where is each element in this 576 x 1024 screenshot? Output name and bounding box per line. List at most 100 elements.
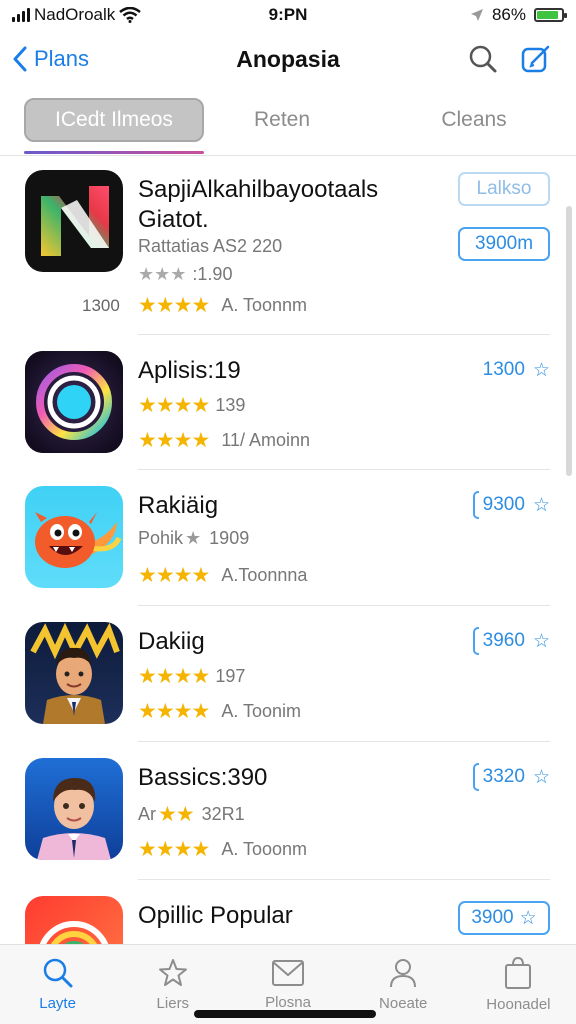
tab-reten[interactable]: Reten <box>212 98 352 142</box>
app-rating-row: ★★★★ A. Toonim <box>138 699 301 724</box>
app-title: Opillic Popular <box>138 902 293 929</box>
rating-stars-gray: ★ <box>185 528 202 548</box>
rings-logo-icon <box>39 921 109 946</box>
search-icon[interactable] <box>468 44 498 74</box>
rating-stars: ★★ <box>158 803 195 826</box>
app-meta-rating: Ar ★★ 32R1 <box>138 802 245 827</box>
tab-bar-label: Plosna <box>265 994 311 1011</box>
tab-bar-item-search[interactable]: Layte <box>0 945 115 1024</box>
star-outline-icon: ☆ <box>532 630 550 652</box>
price-label: 1300 <box>482 359 525 380</box>
tab-bar-label: Layte <box>39 995 76 1012</box>
list-item[interactable]: SapjiAlkahilbayootaals Giatot. Rattatias… <box>0 160 576 335</box>
home-indicator[interactable] <box>194 1010 376 1018</box>
status-left: NadOroalk <box>12 5 212 25</box>
app-icon-monster[interactable] <box>25 486 123 588</box>
star-outline-icon: ☆ <box>532 359 550 381</box>
meta-prefix: Pohik <box>138 528 184 548</box>
rating-stars: ★★★★ <box>138 394 210 417</box>
battery-percent: 86% <box>491 5 526 24</box>
app-secondary-button[interactable]: Lalkso <box>458 172 550 206</box>
back-button[interactable]: Plans <box>12 46 89 72</box>
app-icon-popular[interactable] <box>25 896 123 946</box>
battery-fill <box>537 11 558 19</box>
app-price-button[interactable]: 1300 ☆ <box>483 353 550 387</box>
rating-count: 32R1 <box>201 804 245 824</box>
app-price-button[interactable]: 3320 ☆ <box>472 760 550 794</box>
price-label: 3900 <box>471 907 514 928</box>
rating-stars: ★★★★ <box>138 700 210 723</box>
navigation-bar: Plans Anopasia <box>0 36 576 82</box>
app-title: Aplisis:19 <box>138 357 241 384</box>
person-icon <box>390 959 417 988</box>
status-bar: NadOroalk 9:PN 86% <box>0 0 576 30</box>
mail-icon <box>272 960 304 986</box>
rating-count: 139 <box>215 395 246 415</box>
app-price-button[interactable]: 9300 ☆ <box>472 488 550 522</box>
app-meta: Rattatias AS2 220 <box>138 236 283 256</box>
star-outline-icon: ☆ <box>519 907 537 929</box>
scrollbar[interactable] <box>566 206 572 476</box>
app-icon-ring[interactable] <box>25 351 123 453</box>
app-icon-boy[interactable] <box>25 758 123 860</box>
list-item[interactable]: Rakiäig Pohik ★ 1909 ★★★★ A.Toonnna 9300… <box>0 470 576 606</box>
signal-icon <box>12 8 30 22</box>
rating-stars: ★★★★ <box>138 665 210 688</box>
carrier-label: NadOroalk <box>34 5 116 24</box>
bag-icon <box>505 956 532 989</box>
price-label: 9300 <box>482 494 525 515</box>
tab-bar-item-hoonadel[interactable]: Hoonadel <box>461 945 576 1024</box>
chevron-left-icon <box>13 46 27 72</box>
bracket-decoration <box>472 627 479 655</box>
rating-count: 1909 <box>209 528 250 548</box>
developer-label: A. Toonnm <box>221 295 308 315</box>
list-item[interactable]: Dakiig ★★★★ 197 ★★★★ A. Toonim 3960 ☆ <box>0 606 576 742</box>
app-rating-row: ★★★★ A.Toonnna <box>138 563 307 588</box>
location-arrow-icon <box>470 9 483 21</box>
star-outline-icon: ☆ <box>532 494 550 516</box>
tab-indicator <box>24 151 204 154</box>
app-meta-rating: ★★★ :1.90 <box>138 264 232 285</box>
developer-label: A.Toonnna <box>221 565 308 585</box>
list-item[interactable]: Aplisis:19 ★★★★ 139 ★★★★ 11/ Amoinn 1300… <box>0 335 576 470</box>
monster-logo-icon <box>35 512 122 568</box>
app-icon-character[interactable] <box>25 622 123 724</box>
list-item[interactable]: Bassics:390 Ar ★★ 32R1 ★★★★ A. Tooonm 33… <box>0 742 576 880</box>
list-item[interactable]: Opillic Popular 3900 ☆ <box>0 880 576 946</box>
wifi-icon <box>119 7 142 23</box>
ring-logo-icon <box>25 351 123 453</box>
price-label: 3960 <box>482 630 525 651</box>
app-meta-rating: Pohik ★ 1909 <box>138 528 249 549</box>
rating-stars: ★★★★ <box>138 429 210 452</box>
tab-bar-label: Noeate <box>379 995 428 1012</box>
star-outline-icon: ☆ <box>532 766 550 788</box>
app-price-button[interactable]: 3900 ☆ <box>458 901 550 935</box>
status-right: 86% <box>364 5 567 25</box>
developer-label: A. Tooonm <box>221 839 308 859</box>
rating-stars: ★★★★ <box>138 294 210 317</box>
app-rating-row: ★★★★ 11/ Amoinn <box>138 428 310 453</box>
meta-prefix: Ar <box>138 804 156 824</box>
app-rating-row: ★★★★ A. Toonnm <box>138 293 307 318</box>
tab-cleans[interactable]: Cleans <box>394 98 554 142</box>
character-logo-icon <box>30 622 120 724</box>
back-label: Plans <box>34 46 90 71</box>
app-meta-rating: ★★★★ 197 <box>138 664 245 689</box>
compose-icon[interactable] <box>520 43 552 75</box>
rating-value: :1.90 <box>192 264 233 284</box>
app-number: 1300 <box>82 296 120 315</box>
search-icon <box>43 958 73 988</box>
app-get-button[interactable]: 3900m <box>458 227 550 261</box>
battery-icon <box>534 8 567 22</box>
segmented-tabs: ICedt Ilmeos Reten Cleans <box>0 96 576 156</box>
app-rating-row: ★★★★ A. Tooonm <box>138 837 307 862</box>
tab-primary[interactable]: ICedt Ilmeos <box>24 98 204 142</box>
app-list[interactable]: SapjiAlkahilbayootaals Giatot. Rattatias… <box>0 160 576 946</box>
app-price-button[interactable]: 3960 ☆ <box>472 624 550 658</box>
app-icon-n[interactable] <box>25 170 123 272</box>
app-subtitle: Giatot. <box>138 206 209 233</box>
rating-stars-gray: ★★★ <box>138 264 187 284</box>
rating-stars: ★★★★ <box>138 838 210 861</box>
tab-bar-label: Hoonadel <box>486 996 551 1013</box>
price-label: 3320 <box>482 766 525 787</box>
